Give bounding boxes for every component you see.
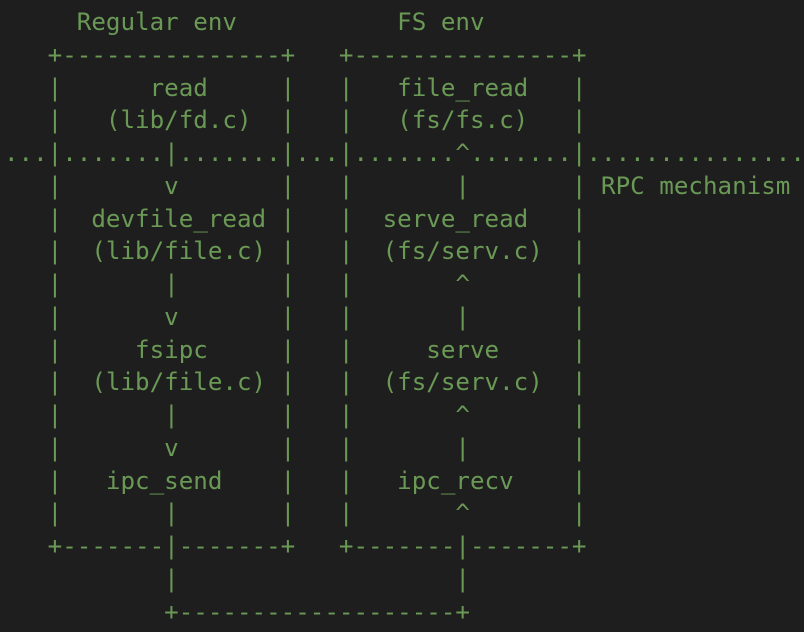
rpc-mechanism-row: | v | | | | RPC mechanism (4, 171, 791, 200)
devfile-read-source-row: | (lib/file.c) | | (fs/serv.c) | (4, 237, 587, 266)
read-row: | read | | file_read | (4, 73, 587, 102)
connector-row: | | | | ^ | (4, 401, 587, 429)
link-bottom-line: +-------------------+ (4, 597, 470, 626)
ascii-diagram: Regular env FS env +---------------+ +--… (4, 6, 804, 628)
arrow-row: | v | | | | (4, 302, 587, 331)
connector-row: | | | | ^ | (4, 270, 587, 298)
fsipc-source-row: | (lib/file.c) | | (fs/serv.c) | (4, 368, 587, 397)
devfile-read-row: | devfile_read | | serve_read | (4, 204, 587, 233)
read-source-row: | (lib/fd.c) | | (fs/fs.c) | (4, 106, 587, 135)
box-top-border: +---------------+ +---------------+ (4, 40, 587, 69)
arrow-row: | v | | | | (4, 433, 587, 462)
box-bottom-border: +-------|-------+ +-------|-------+ (4, 532, 587, 560)
connector-row: | | | | ^ | (4, 499, 587, 528)
ipc-send-row: | ipc_send | | ipc_recv | (4, 466, 587, 495)
fsipc-row: | fsipc | | serve | (4, 335, 587, 364)
header-line: Regular env FS env (4, 8, 485, 36)
link-connector-row: | | (4, 564, 470, 593)
rpc-boundary-line: ...|.......|.......|...|.......^.......|… (4, 139, 804, 167)
